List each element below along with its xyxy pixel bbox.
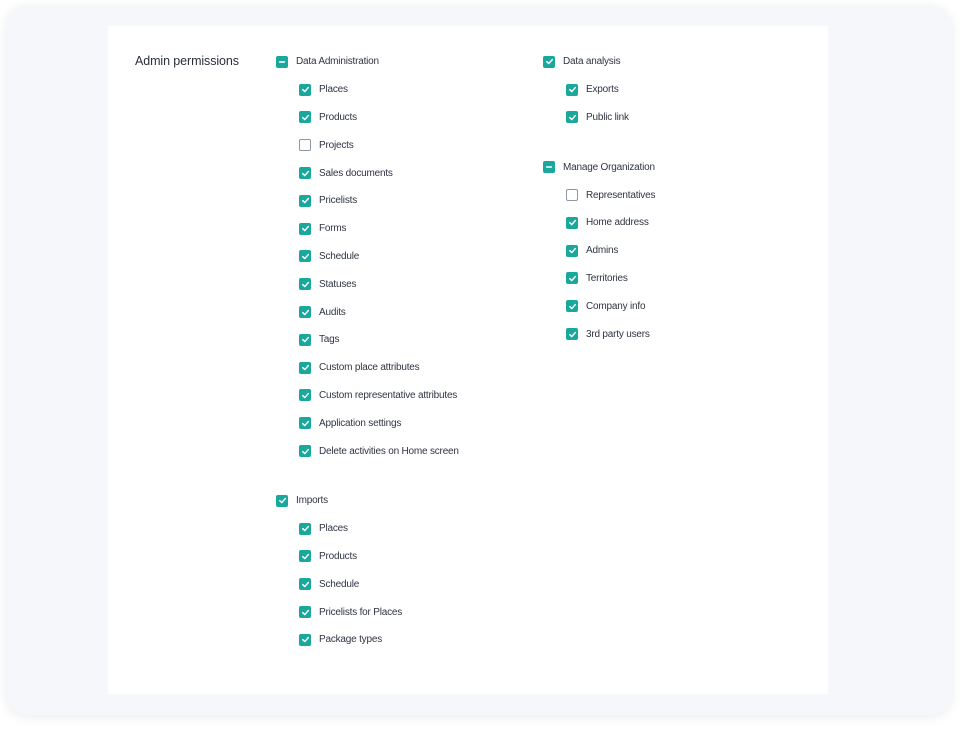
permission-label: Public link: [586, 111, 629, 123]
permission-label: Tags: [319, 334, 340, 346]
permission-label: Exports: [586, 84, 619, 96]
permission-label: Places: [319, 84, 348, 96]
permission-label: 3rd party users: [586, 328, 650, 340]
checkbox-checked-icon[interactable]: [299, 111, 311, 124]
permission-label: Products: [319, 111, 357, 123]
checkbox-checked-icon[interactable]: [566, 244, 578, 257]
checkbox-checked-icon[interactable]: [299, 606, 311, 619]
permission-label: Territories: [586, 272, 628, 284]
checkbox-checked-icon[interactable]: [566, 216, 578, 229]
permission-label: Forms: [319, 223, 347, 235]
checkbox-indeterminate-icon[interactable]: [543, 161, 555, 174]
permission-label: Audits: [319, 306, 346, 318]
checkbox-checked-icon[interactable]: [299, 306, 311, 319]
checkbox-checked-icon[interactable]: [299, 250, 311, 263]
checkbox-checked-icon[interactable]: [566, 272, 578, 285]
permission-admins[interactable]: Admins: [543, 237, 793, 265]
group-label: Data Administration: [296, 56, 379, 68]
checkbox-checked-icon[interactable]: [299, 578, 311, 591]
permission-pricelists[interactable]: Pricelists: [276, 187, 526, 215]
group-label: Data analysis: [563, 56, 621, 68]
permission-label: Custom representative attributes: [319, 389, 458, 401]
permission-exports[interactable]: Exports: [543, 76, 793, 104]
checkbox-checked-icon[interactable]: [543, 55, 555, 68]
permission-places[interactable]: Places: [276, 515, 526, 543]
section-title: Admin permissions: [135, 54, 239, 68]
permission-projects[interactable]: Projects: [276, 131, 526, 159]
permission-delete-activities-on-home-screen[interactable]: Delete activities on Home screen: [276, 437, 526, 465]
permissions-column-left: Data Administration Places Products Project…: [276, 48, 526, 654]
permission-label: Admins: [586, 245, 619, 257]
permission-home-address[interactable]: Home address: [543, 209, 793, 237]
checkbox-checked-icon[interactable]: [299, 522, 311, 535]
group-data-analysis[interactable]: Data analysis: [543, 48, 793, 76]
checkbox-checked-icon[interactable]: [299, 445, 311, 458]
permission-places[interactable]: Places: [276, 76, 526, 104]
permission-package-types[interactable]: Package types: [276, 626, 526, 654]
permission-label: Company info: [586, 300, 646, 312]
group-label: Imports: [296, 495, 328, 507]
permission-forms[interactable]: Forms: [276, 215, 526, 243]
checkbox-checked-icon[interactable]: [566, 83, 578, 96]
checkbox-unchecked-icon[interactable]: [566, 189, 578, 202]
permission-schedule[interactable]: Schedule: [276, 570, 526, 598]
permission-label: Delete activities on Home screen: [319, 445, 459, 457]
permission-label: Custom place attributes: [319, 362, 420, 374]
permission-pricelists-for-places[interactable]: Pricelists for Places: [276, 598, 526, 626]
checkbox-unchecked-icon[interactable]: [299, 139, 311, 152]
permission-representatives[interactable]: Representatives: [543, 181, 793, 209]
permission-label: Sales documents: [319, 167, 393, 179]
checkbox-checked-icon[interactable]: [566, 111, 578, 124]
checkbox-checked-icon[interactable]: [299, 83, 311, 96]
permission-label: Home address: [586, 217, 649, 229]
checkbox-checked-icon[interactable]: [299, 167, 311, 180]
permission-label: Products: [319, 550, 357, 562]
group-manage-organization[interactable]: Manage Organization: [543, 153, 793, 181]
checkbox-checked-icon[interactable]: [299, 194, 311, 207]
checkbox-checked-icon[interactable]: [566, 300, 578, 313]
checkbox-checked-icon[interactable]: [299, 633, 311, 646]
permission-custom-representative-attributes[interactable]: Custom representative attributes: [276, 382, 526, 410]
group-label: Manage Organization: [563, 161, 655, 173]
checkbox-checked-icon[interactable]: [566, 328, 578, 341]
group-imports[interactable]: Imports: [276, 487, 526, 515]
permission-products[interactable]: Products: [276, 543, 526, 571]
permission-3rd-party-users[interactable]: 3rd party users: [543, 320, 793, 348]
permission-label: Statuses: [319, 278, 357, 290]
group-data-administration[interactable]: Data Administration: [276, 48, 526, 76]
permission-label: Schedule: [319, 578, 360, 590]
permission-label: Pricelists for Places: [319, 606, 403, 618]
permission-sales-documents[interactable]: Sales documents: [276, 159, 526, 187]
permission-custom-place-attributes[interactable]: Custom place attributes: [276, 354, 526, 382]
permissions-column-right: Data analysis Exports Public link Manage Or…: [543, 48, 793, 348]
permission-label: Representatives: [586, 189, 656, 201]
checkbox-checked-icon[interactable]: [299, 278, 311, 291]
permission-label: Projects: [319, 139, 354, 151]
permission-products[interactable]: Products: [276, 104, 526, 132]
permission-label: Application settings: [319, 417, 402, 429]
checkbox-checked-icon[interactable]: [299, 361, 311, 374]
permission-audits[interactable]: Audits: [276, 298, 526, 326]
checkbox-checked-icon[interactable]: [299, 333, 311, 346]
permission-company-info[interactable]: Company info: [543, 292, 793, 320]
permission-label: Places: [319, 523, 348, 535]
checkbox-indeterminate-icon[interactable]: [276, 55, 288, 68]
permission-public-link[interactable]: Public link: [543, 104, 793, 132]
checkbox-checked-icon[interactable]: [299, 389, 311, 402]
permission-label: Schedule: [319, 250, 360, 262]
permission-application-settings[interactable]: Application settings: [276, 409, 526, 437]
checkbox-checked-icon[interactable]: [299, 550, 311, 563]
checkbox-checked-icon[interactable]: [276, 494, 288, 507]
permission-statuses[interactable]: Statuses: [276, 270, 526, 298]
permission-schedule[interactable]: Schedule: [276, 243, 526, 271]
permission-tags[interactable]: Tags: [276, 326, 526, 354]
checkbox-checked-icon[interactable]: [299, 417, 311, 430]
permission-territories[interactable]: Territories: [543, 265, 793, 293]
checkbox-checked-icon[interactable]: [299, 222, 311, 235]
permission-label: Package types: [319, 634, 382, 646]
permission-label: Pricelists: [319, 195, 358, 207]
